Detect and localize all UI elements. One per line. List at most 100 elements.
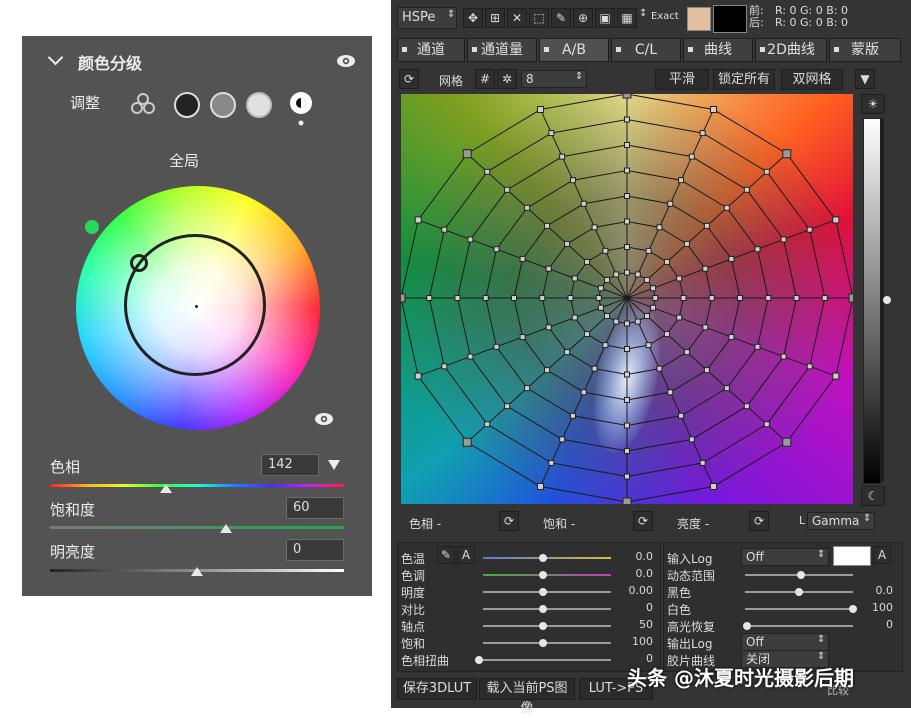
grid-control-point[interactable] <box>580 389 587 396</box>
grid-control-point[interactable] <box>667 389 674 396</box>
param-slider-thumb[interactable] <box>539 622 547 630</box>
lightness-thumb[interactable] <box>883 296 891 304</box>
grid-control-point[interactable] <box>656 224 663 231</box>
grid-control-point[interactable] <box>597 304 604 311</box>
radial-grid-icon[interactable]: ✲ <box>497 69 517 89</box>
grid-control-point[interactable] <box>782 149 792 159</box>
grid-control-point[interactable] <box>624 448 630 454</box>
grid-control-point[interactable] <box>703 222 710 229</box>
midtones-mode-icon[interactable] <box>210 92 236 118</box>
param-slider[interactable] <box>483 574 611 576</box>
grid-control-point[interactable] <box>504 186 511 193</box>
reset-grid-icon[interactable]: ⟳ <box>399 69 419 89</box>
grid-control-point[interactable] <box>743 186 750 193</box>
param-slider[interactable] <box>483 557 611 559</box>
grid-control-point[interactable] <box>645 247 652 254</box>
grid-control-point[interactable] <box>537 106 545 114</box>
grid-control-point[interactable] <box>754 246 761 253</box>
grid-control-point[interactable] <box>782 437 792 447</box>
grid-control-point[interactable] <box>571 314 578 321</box>
grid-control-point[interactable] <box>703 367 710 374</box>
param-slider-thumb[interactable] <box>539 571 547 579</box>
pinch-icon[interactable]: ✕ <box>507 8 527 28</box>
grid-control-point[interactable] <box>622 94 632 99</box>
grid-control-point[interactable] <box>650 304 657 311</box>
grid-control-point[interactable] <box>680 295 687 301</box>
grid-control-point[interactable] <box>780 236 787 243</box>
saturation-slider[interactable] <box>50 526 344 529</box>
grid-control-point[interactable] <box>723 204 730 211</box>
grid-control-point[interactable] <box>780 353 787 360</box>
saturation-input[interactable]: 60 <box>286 497 344 519</box>
dual-grid-button[interactable]: 双网格 <box>781 69 843 90</box>
grid-control-point[interactable] <box>602 342 609 349</box>
mode-select-arrow-icon[interactable]: ⇕ <box>447 9 455 20</box>
grid-control-point[interactable] <box>728 255 735 262</box>
param-slider[interactable] <box>483 591 611 593</box>
color-handle[interactable] <box>130 254 148 272</box>
tab-ab[interactable]: A/B <box>539 38 609 62</box>
param-slider-thumb[interactable] <box>539 588 547 596</box>
grid-control-point[interactable] <box>559 436 566 443</box>
fit-icon[interactable]: ▣ <box>595 8 615 28</box>
grid-control-point[interactable] <box>683 349 690 356</box>
grid-control-point[interactable] <box>567 295 574 301</box>
param-slider-thumb[interactable] <box>797 571 805 579</box>
grid-control-point[interactable] <box>467 236 474 243</box>
grid-control-point[interactable] <box>624 422 630 429</box>
grid-control-point[interactable] <box>848 293 853 303</box>
log-color-swatch[interactable] <box>833 546 871 566</box>
grid-control-point[interactable] <box>595 295 602 301</box>
grid-control-point[interactable] <box>688 436 695 443</box>
grid-control-point[interactable] <box>493 246 500 253</box>
grid-control-point[interactable] <box>564 240 571 247</box>
front-color-swatch[interactable] <box>687 7 711 31</box>
grid-control-point[interactable] <box>462 149 472 159</box>
grid-control-point[interactable] <box>624 244 630 250</box>
param-select-arrow-icon[interactable]: ⇕ <box>817 549 825 560</box>
grid-count-arrow-icon[interactable]: ⇕ <box>575 71 583 82</box>
param-select[interactable]: Off <box>741 633 829 651</box>
param-slider-thumb[interactable] <box>743 622 751 630</box>
grid-control-point[interactable] <box>667 200 674 207</box>
grid-control-point[interactable] <box>584 331 591 338</box>
grid-control-point[interactable] <box>624 397 630 403</box>
gamma-arrow-icon[interactable]: ⇕ <box>863 513 871 524</box>
param-slider[interactable] <box>745 608 853 610</box>
grid-control-point[interactable] <box>678 177 685 184</box>
tab-mask[interactable]: 蒙版 <box>829 38 901 62</box>
three-way-mode-icon[interactable] <box>130 92 156 116</box>
shadows-mode-icon[interactable] <box>174 92 200 118</box>
wheel-eye-icon[interactable] <box>314 412 334 426</box>
param-slider-thumb[interactable] <box>475 656 483 664</box>
param-select[interactable]: 关闭 <box>741 650 829 668</box>
tab-cl[interactable]: C/L <box>611 38 681 62</box>
param-slider[interactable] <box>483 642 611 644</box>
a-button-right[interactable]: A <box>873 546 891 564</box>
grid-control-point[interactable] <box>676 314 683 321</box>
grid-control-point[interactable] <box>467 353 474 360</box>
grid-control-point[interactable] <box>604 276 611 283</box>
grid-control-point[interactable] <box>571 275 578 282</box>
grid-control-point[interactable] <box>441 226 448 233</box>
grid-control-point[interactable] <box>602 247 609 254</box>
grid-control-point[interactable] <box>663 331 670 338</box>
grid-control-point[interactable] <box>591 365 598 372</box>
grid-control-point[interactable] <box>624 193 630 199</box>
darkness-moon-icon[interactable]: ☾ <box>861 486 885 506</box>
grid-control-point[interactable] <box>597 285 604 292</box>
grid-control-point[interactable] <box>650 285 657 292</box>
grid-control-point[interactable] <box>624 142 630 148</box>
grid-control-point[interactable] <box>511 295 517 301</box>
smooth-button[interactable]: 平滑 <box>655 69 709 90</box>
hue-slider-thumb[interactable] <box>160 484 172 493</box>
grid-control-point[interactable] <box>484 168 491 175</box>
grid-control-point[interactable] <box>793 295 800 301</box>
grid-control-point[interactable] <box>763 168 770 175</box>
grid-control-point[interactable] <box>524 385 531 392</box>
grid-transform-icon[interactable]: ⊞ <box>485 8 505 28</box>
grid-control-point[interactable] <box>454 295 461 301</box>
grid-control-point[interactable] <box>702 265 709 272</box>
grid-control-point[interactable] <box>519 255 526 262</box>
grid-control-point[interactable] <box>414 216 422 224</box>
